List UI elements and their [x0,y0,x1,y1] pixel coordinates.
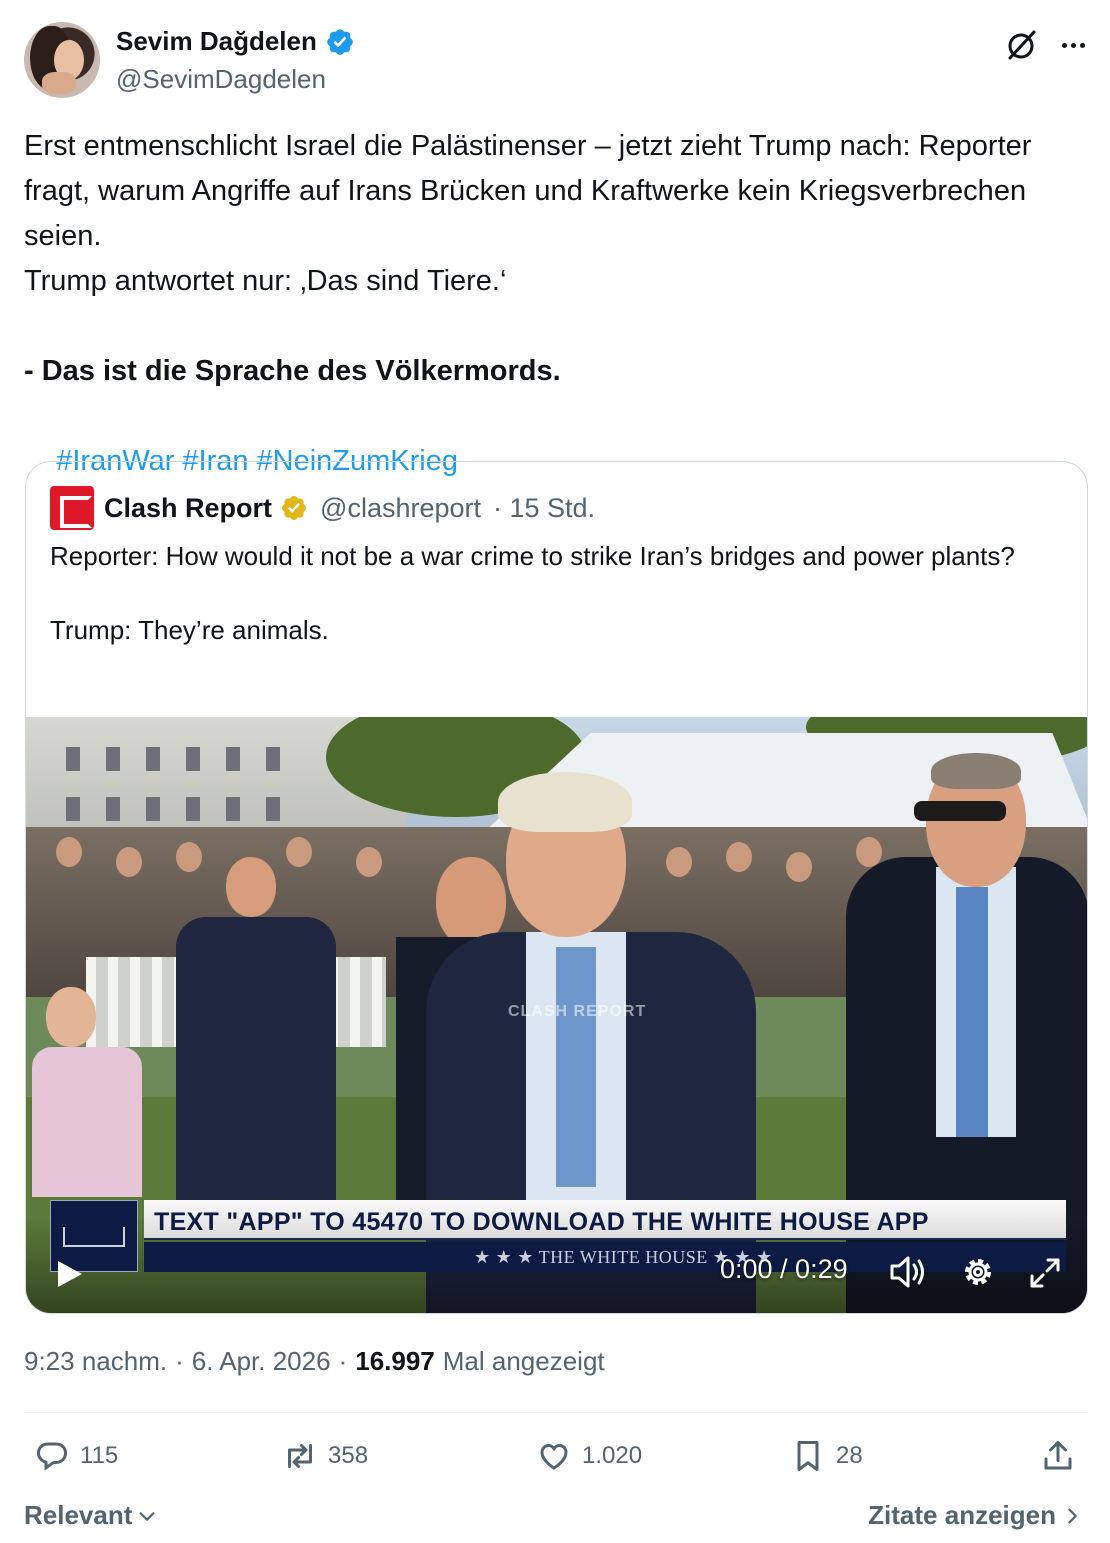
quoted-author-handle[interactable]: @clashreport [320,493,481,524]
post-footer: Relevant Zitate anzeigen [24,1500,1088,1536]
quoted-post-text: Reporter: How would it not be a war crim… [50,538,1060,649]
bookmark-count: 28 [836,1442,863,1469]
quoted-line-1: Reporter: How would it not be a war crim… [50,541,1015,571]
verified-gold-badge-icon [282,496,306,520]
post-time[interactable]: 9:23 nachm. [24,1346,167,1377]
view-count: 16.997 [355,1346,435,1376]
quoted-post[interactable]: Clash Report @clashreport · 15 Std. Repo… [25,461,1088,1314]
view-count-label: Mal angezeigt [442,1346,605,1376]
separator: · [175,1346,184,1376]
quoted-post-time[interactable]: · 15 Std. [493,493,595,524]
post-header: Sevim Dağdelen @SevimDagdelen [24,22,1088,102]
author-handle[interactable]: @SevimDagdelen [116,64,326,95]
action-bar: 115 358 1.020 28 [24,1432,1088,1486]
grok-icon[interactable] [1004,28,1038,62]
bookmark-button[interactable]: 28 [790,1438,863,1474]
chyron-text: TEXT "APP" TO 45470 TO DOWNLOAD THE WHIT… [154,1208,929,1236]
author-name-row: Sevim Dağdelen [116,26,355,57]
post-meta: 9:23 nachm. · 6. Apr. 2026 · 16.997 Mal … [24,1346,605,1377]
like-button[interactable]: 1.020 [536,1438,642,1474]
repost-count: 358 [328,1442,369,1469]
separator: · [338,1346,348,1376]
sort-label: Relevant [24,1500,133,1530]
video-chyron: TEXT "APP" TO 45470 TO DOWNLOAD THE WHIT… [144,1200,1066,1240]
settings-gear-icon[interactable] [960,1254,996,1290]
share-button[interactable] [1040,1438,1076,1474]
video-watermark: CLASH REPORT [508,1003,647,1020]
view-quotes-link[interactable]: Zitate anzeigen [868,1500,1082,1531]
quoted-author-name[interactable]: Clash Report [104,493,272,524]
volume-muted-icon[interactable] [888,1254,928,1290]
chevron-down-icon [139,1511,155,1521]
more-options-icon[interactable] [1056,28,1090,62]
share-icon [1044,1441,1072,1470]
repost-button[interactable]: 358 [282,1438,368,1474]
view-quotes-label: Zitate anzeigen [868,1500,1056,1530]
divider [24,1412,1088,1413]
avatar[interactable] [24,22,100,98]
play-icon[interactable] [52,1257,86,1291]
video-time: 0:00 / 0:29 [720,1254,848,1284]
repost-icon [288,1444,312,1468]
bookmark-icon [797,1441,819,1471]
verified-badge-icon [327,28,353,55]
clash-report-avatar[interactable] [50,486,94,530]
reply-count: 115 [80,1442,119,1469]
like-count: 1.020 [582,1442,643,1469]
post-date[interactable]: 6. Apr. 2026 [192,1346,331,1377]
post-bold-line: - Das ist die Sprache des Völkermords. [24,355,561,387]
fullscreen-icon[interactable] [1028,1256,1062,1290]
quoted-post-header: Clash Report @clashreport · 15 Std. [50,486,595,530]
reply-icon [36,1442,68,1471]
author-name[interactable]: Sevim Dağdelen [116,26,317,57]
heart-icon [540,1443,568,1470]
video-player[interactable]: CLASH REPORT TEXT "APP" TO 45470 TO DOWN… [26,717,1087,1313]
post-paragraph-2: Trump antwortet nur: ‚Das sind Tiere.‘ [24,265,507,297]
sort-replies-button[interactable]: Relevant [24,1500,158,1531]
reply-button[interactable]: 115 [34,1438,118,1474]
quoted-line-2: Trump: They’re animals. [50,615,329,645]
chevron-right-icon [1068,1507,1077,1524]
post-paragraph-1: Erst entmenschlicht Israel die Palästine… [24,130,1040,252]
